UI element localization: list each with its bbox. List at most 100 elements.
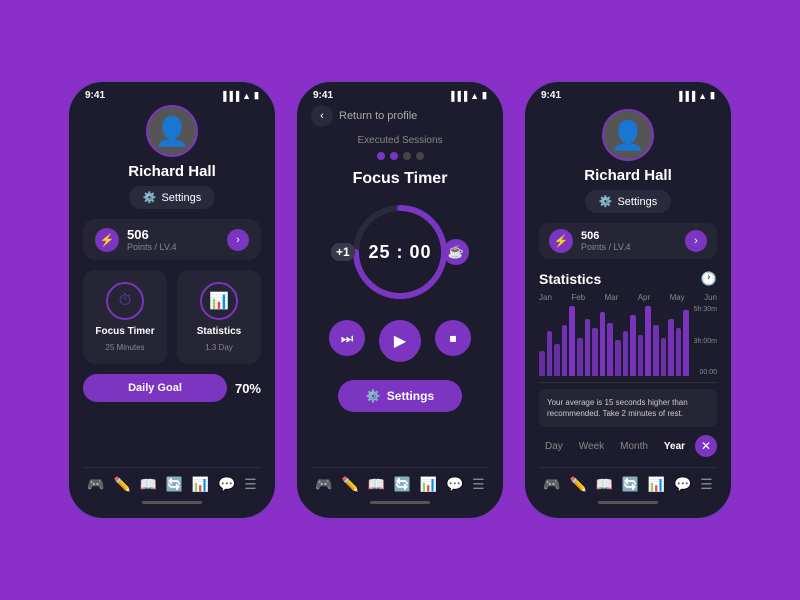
points-card-1: ⚡ 506 Points / LV.4 › bbox=[83, 219, 261, 260]
month-jan: Jan bbox=[539, 293, 552, 302]
month-may: May bbox=[670, 293, 685, 302]
nav-sync-1[interactable]: 🔄 bbox=[166, 476, 183, 493]
nav-menu-1[interactable]: ☰ bbox=[244, 476, 257, 493]
skip-button[interactable]: ⏭ bbox=[329, 320, 365, 356]
chart-area: 5h:30m 3h:00m 00:00 bbox=[539, 306, 717, 376]
time-3: 9:41 bbox=[541, 90, 561, 101]
daily-goal-button[interactable]: Daily Goal bbox=[83, 374, 227, 402]
nav-game-3[interactable]: 🎮 bbox=[543, 476, 560, 493]
nav-menu-2[interactable]: ☰ bbox=[472, 476, 485, 493]
bottom-nav-2: 🎮 ✏️ 📖 🔄 📊 💬 ☰ bbox=[311, 467, 489, 497]
period-tabs: Day Week Month Year ✕ bbox=[539, 435, 717, 457]
avatar-3: 👤 bbox=[602, 109, 654, 161]
cards-row-1: ⏱ Focus Timer 25 Minutes 📊 Statistics 1.… bbox=[83, 270, 261, 364]
play-button[interactable]: ▶ bbox=[379, 320, 421, 362]
phone-statistics: 9:41 ▐▐▐ ▲ ▮ 👤 Richard Hall ⚙️ Settings bbox=[523, 80, 733, 520]
stop-button[interactable]: ⏹ bbox=[435, 320, 471, 356]
close-period-button[interactable]: ✕ bbox=[695, 435, 717, 457]
chart-divider bbox=[539, 382, 717, 383]
dot-4 bbox=[416, 152, 424, 160]
points-card-3: ⚡ 506 Points / LV.4 › bbox=[539, 223, 717, 259]
settings-button-1[interactable]: ⚙️ Settings bbox=[129, 186, 215, 209]
nav-chat-3[interactable]: 💬 bbox=[674, 476, 691, 493]
bar-12 bbox=[630, 315, 636, 376]
nav-menu-3[interactable]: ☰ bbox=[700, 476, 713, 493]
bar-16 bbox=[661, 338, 667, 376]
nav-chart-1[interactable]: 📊 bbox=[192, 476, 209, 493]
bar-5 bbox=[577, 338, 583, 376]
bottom-nav-1: 🎮 ✏️ 📖 🔄 📊 💬 ☰ bbox=[83, 467, 261, 497]
bar-13 bbox=[638, 335, 644, 376]
nav-edit-3[interactable]: ✏️ bbox=[569, 476, 586, 493]
status-icons-3: ▐▐▐ ▲ ▮ bbox=[676, 90, 715, 101]
status-bar-2: 9:41 ▐▐▐ ▲ ▮ bbox=[297, 82, 503, 105]
dot-1 bbox=[377, 152, 385, 160]
bar-15 bbox=[653, 325, 659, 376]
points-left-3: ⚡ 506 Points / LV.4 bbox=[549, 229, 631, 253]
battery-icon: ▮ bbox=[254, 90, 259, 101]
bar-7 bbox=[592, 328, 598, 376]
nav-edit-2[interactable]: ✏️ bbox=[341, 476, 358, 493]
timer-settings-label: Settings bbox=[387, 389, 434, 403]
feature-card-stats[interactable]: 📊 Statistics 1.3 Day bbox=[177, 270, 261, 364]
signal-icon-2: ▐▐▐ bbox=[448, 91, 467, 101]
nav-sync-2[interactable]: 🔄 bbox=[394, 476, 411, 493]
month-mar: Mar bbox=[605, 293, 619, 302]
bar-2 bbox=[554, 344, 560, 376]
nav-edit-1[interactable]: ✏️ bbox=[113, 476, 130, 493]
goal-percent: 70% bbox=[235, 381, 261, 396]
home-indicator-3 bbox=[598, 501, 658, 504]
back-button[interactable]: ‹ bbox=[311, 105, 333, 127]
nav-chart-2[interactable]: 📊 bbox=[420, 476, 437, 493]
tab-day[interactable]: Day bbox=[539, 438, 569, 455]
nav-book-3[interactable]: 📖 bbox=[596, 476, 613, 493]
focus-timer-title: Focus Timer bbox=[311, 170, 489, 188]
avatar-section-3: 👤 Richard Hall ⚙️ Settings bbox=[539, 109, 717, 213]
phones-container: 9:41 ▐▐▐ ▲ ▮ 👤 Richard Hall ⚙️ Settings bbox=[67, 80, 733, 520]
settings-button-3[interactable]: ⚙️ Settings bbox=[585, 190, 671, 213]
bar-8 bbox=[600, 312, 606, 376]
nav-game-2[interactable]: 🎮 bbox=[315, 476, 332, 493]
month-apr: Apr bbox=[638, 293, 650, 302]
nav-sync-3[interactable]: 🔄 bbox=[622, 476, 639, 493]
user-name-3: Richard Hall bbox=[584, 167, 672, 184]
coffee-icon: ☕ bbox=[443, 239, 469, 265]
bar-10 bbox=[615, 340, 621, 376]
tab-year[interactable]: Year bbox=[658, 438, 691, 455]
back-row: ‹ Return to profile bbox=[311, 105, 489, 127]
stats-title: Statistics bbox=[539, 271, 601, 287]
gear-icon-2: ⚙️ bbox=[366, 389, 381, 403]
feature-card-timer[interactable]: ⏱ Focus Timer 25 Minutes bbox=[83, 270, 167, 364]
gear-icon-1: ⚙️ bbox=[143, 191, 157, 204]
stats-icon: 📊 bbox=[200, 282, 238, 320]
bar-9 bbox=[607, 323, 613, 376]
tab-week[interactable]: Week bbox=[573, 438, 610, 455]
tab-month[interactable]: Month bbox=[614, 438, 654, 455]
month-feb: Feb bbox=[571, 293, 585, 302]
sessions-label: Executed Sessions bbox=[311, 135, 489, 146]
nav-game-1[interactable]: 🎮 bbox=[87, 476, 104, 493]
nav-book-2[interactable]: 📖 bbox=[368, 476, 385, 493]
wifi-icon-3: ▲ bbox=[698, 91, 707, 101]
chevron-right-1[interactable]: › bbox=[227, 229, 249, 251]
phone-focus-timer: 9:41 ▐▐▐ ▲ ▮ ‹ Return to profile Execute… bbox=[295, 80, 505, 520]
nav-book-1[interactable]: 📖 bbox=[140, 476, 157, 493]
y-label-bot: 00:00 bbox=[694, 369, 717, 376]
nav-chart-3[interactable]: 📊 bbox=[648, 476, 665, 493]
back-label: Return to profile bbox=[339, 110, 417, 122]
nav-chat-1[interactable]: 💬 bbox=[218, 476, 235, 493]
home-indicator-1 bbox=[142, 501, 202, 504]
stats-label: Statistics bbox=[197, 326, 241, 337]
stats-sub: 1.3 Day bbox=[205, 343, 233, 352]
bar-0 bbox=[539, 351, 545, 376]
status-bar-1: 9:41 ▐▐▐ ▲ ▮ bbox=[69, 82, 275, 105]
timer-settings-button[interactable]: ⚙️ Settings bbox=[338, 380, 462, 412]
chevron-right-3[interactable]: › bbox=[685, 230, 707, 252]
avatar-section-1: 👤 Richard Hall ⚙️ Settings bbox=[83, 105, 261, 209]
timer-sub: 25 Minutes bbox=[105, 343, 144, 352]
nav-chat-2[interactable]: 💬 bbox=[446, 476, 463, 493]
timer-icon: ⏱ bbox=[106, 282, 144, 320]
bar-6 bbox=[585, 319, 591, 376]
session-dots bbox=[311, 152, 489, 160]
time-1: 9:41 bbox=[85, 90, 105, 101]
